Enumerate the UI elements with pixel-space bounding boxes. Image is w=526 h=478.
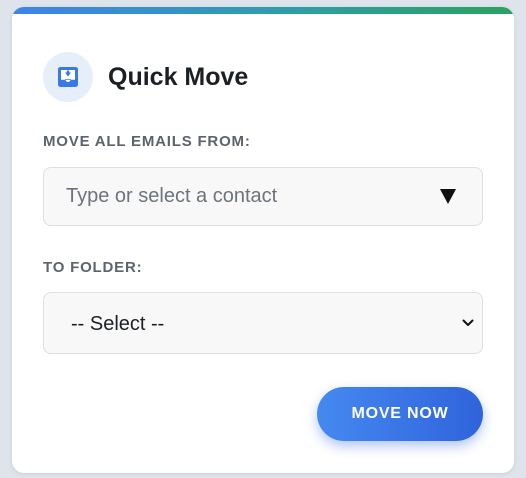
move-now-button[interactable]: MOVE NOW [317,387,483,441]
quick-move-card: Quick Move MOVE ALL EMAILS FROM: TO FOLD… [12,7,514,473]
triangle-down-icon[interactable] [440,189,456,204]
contact-input[interactable] [44,168,482,225]
to-folder-label: TO FOLDER: [43,259,143,276]
chevron-down-icon [462,319,474,326]
accent-bar [12,7,514,14]
folder-select[interactable]: -- Select -- [43,292,483,354]
move-to-inbox-icon [58,67,78,87]
from-label: MOVE ALL EMAILS FROM: [43,133,251,150]
panel-title: Quick Move [108,63,249,91]
quick-move-icon-badge [43,52,93,102]
folder-select-value: -- Select -- [71,313,165,335]
contact-combobox[interactable] [43,167,483,226]
